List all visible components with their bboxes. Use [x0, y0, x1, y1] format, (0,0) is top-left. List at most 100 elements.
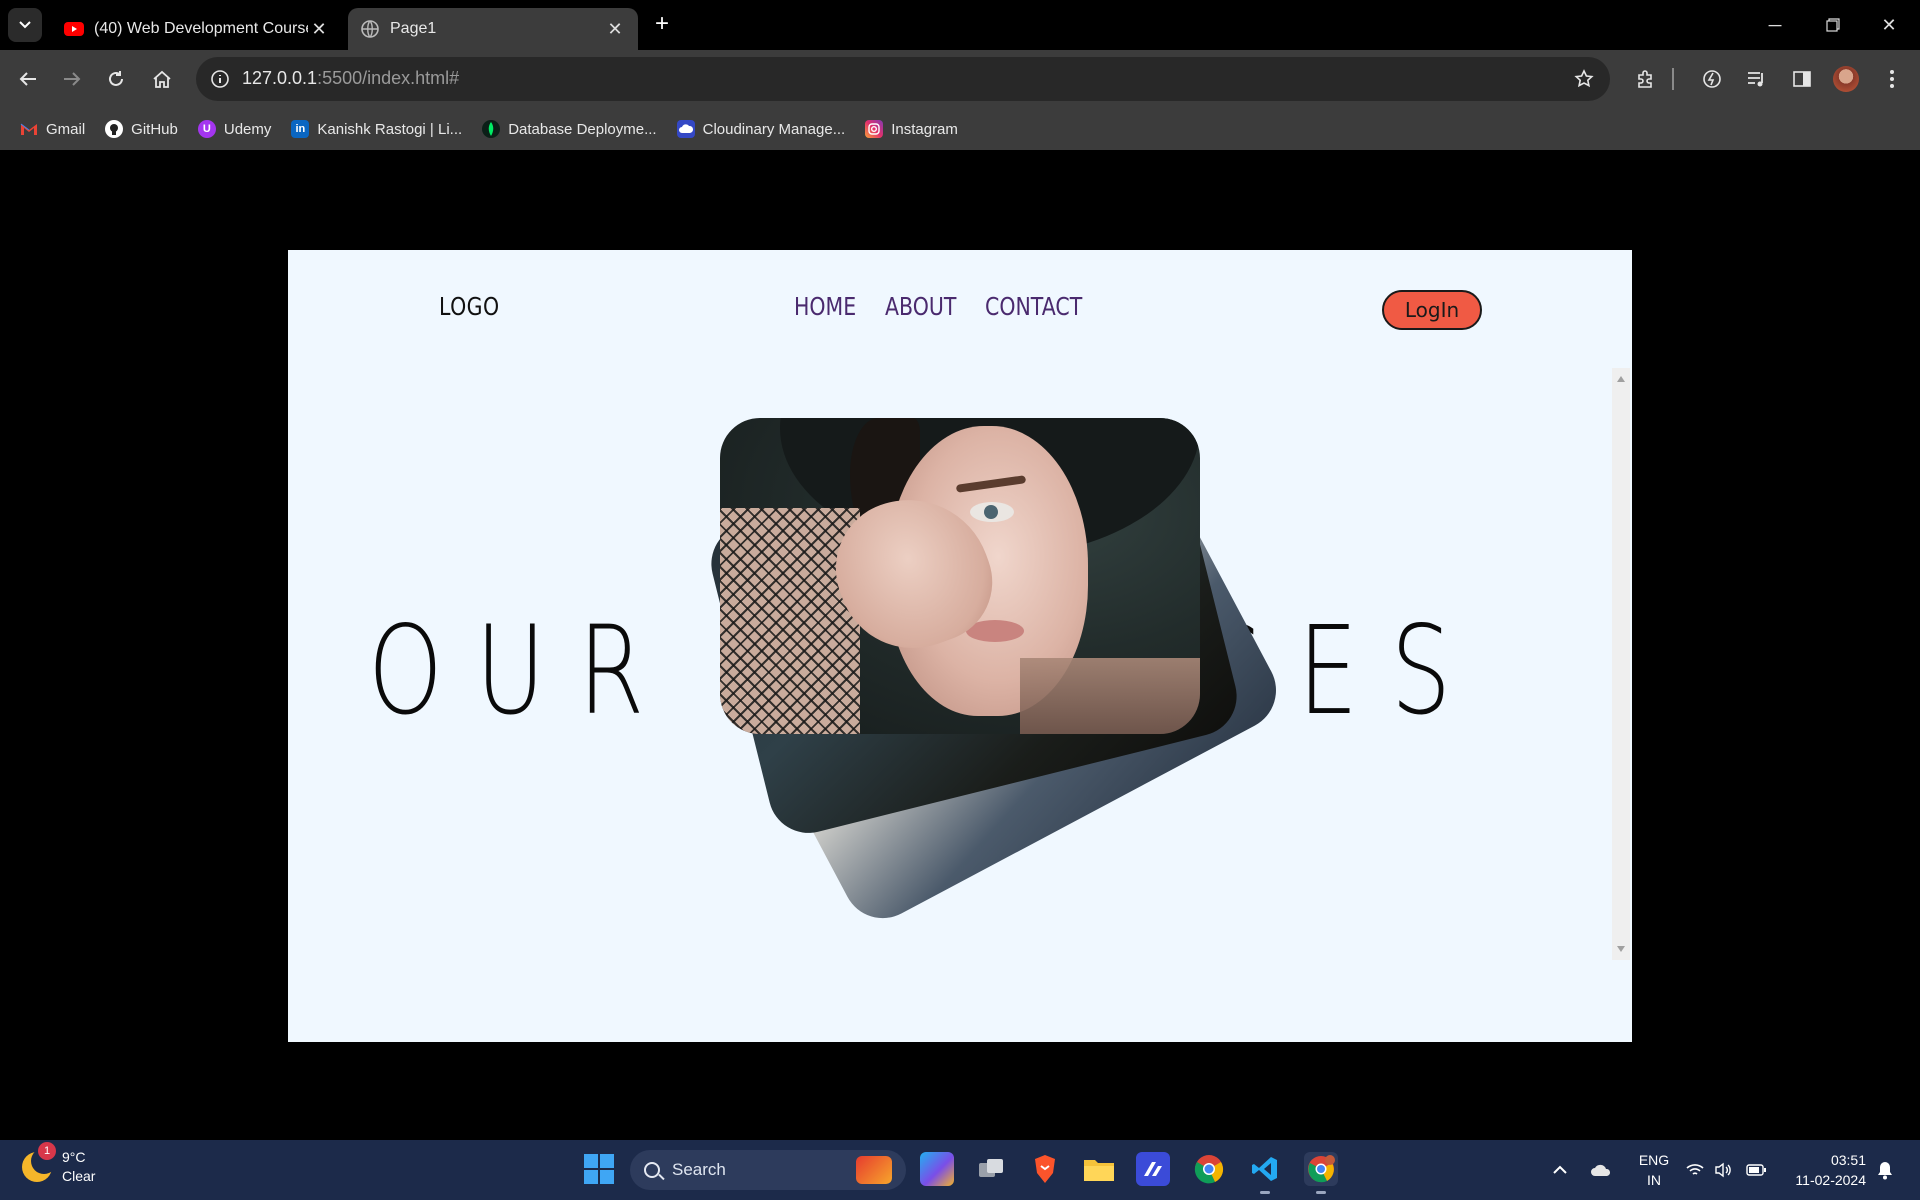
bookmark-gmail[interactable]: Gmail [10, 113, 95, 145]
taskbar-search[interactable]: Search [630, 1150, 906, 1190]
wifi-icon[interactable] [1686, 1140, 1704, 1200]
bookmark-label: Instagram [891, 120, 958, 138]
forward-button[interactable] [56, 63, 88, 95]
language-code: ENG [1638, 1152, 1670, 1168]
language-indicator[interactable]: ENG IN [1634, 1150, 1674, 1190]
volume-icon[interactable] [1714, 1140, 1732, 1200]
mongodb-icon [482, 120, 501, 138]
restore-icon [1826, 18, 1840, 32]
youtube-icon [64, 19, 84, 39]
weather-temp: 9°C [62, 1149, 86, 1165]
battery-icon[interactable] [1746, 1140, 1766, 1200]
photo-neck [1020, 658, 1200, 734]
site-navbar: LOGO HOME ABOUT CONTACT LogIn [288, 250, 1632, 370]
media-button[interactable] [1740, 63, 1772, 95]
system-clock[interactable]: 03:51 11-02-2024 [1770, 1150, 1866, 1190]
new-tab-button[interactable]: + [650, 12, 674, 36]
toolbar-divider [1672, 68, 1674, 90]
bookmark-label: GitHub [131, 120, 178, 138]
instagram-icon [865, 120, 884, 138]
bookmark-udemy[interactable]: U Udemy [188, 113, 282, 145]
nav-link-contact[interactable]: CONTACT [985, 292, 1082, 321]
bookmark-linkedin[interactable]: in Kanishk Rastogi | Li... [281, 113, 472, 145]
nav-link-home[interactable]: HOME [794, 292, 856, 321]
bookmark-label: Database Deployme... [508, 120, 657, 138]
puzzle-icon [1638, 70, 1652, 88]
tab-page1[interactable]: Page1 ✕ [348, 8, 638, 50]
task-view-icon[interactable] [974, 1152, 1008, 1186]
minimize-button[interactable]: ─ [1752, 8, 1798, 42]
github-icon [105, 120, 124, 138]
performance-icon [1703, 70, 1721, 88]
udemy-icon: U [197, 120, 216, 138]
copilot-icon[interactable] [920, 1152, 954, 1186]
close-icon[interactable]: ✕ [308, 18, 330, 40]
clock-date: 11-02-2024 [1795, 1172, 1866, 1188]
reload-icon [109, 71, 123, 86]
weather-widget[interactable]: 1 9°C Clear [22, 1142, 95, 1186]
weather-badge: 1 [38, 1142, 56, 1160]
notification-bell-icon[interactable] [1876, 1140, 1894, 1200]
profile-avatar[interactable] [1830, 63, 1862, 95]
close-window-button[interactable]: ✕ [1866, 8, 1912, 42]
windows-start-icon[interactable] [584, 1154, 614, 1184]
extensions-button[interactable] [1630, 63, 1662, 95]
photo-net-sleeve [720, 508, 860, 734]
arrow-right-icon [64, 72, 81, 86]
ms-app-icon[interactable] [1136, 1152, 1170, 1186]
tab-youtube[interactable]: (40) Web Development Course | ✕ [52, 8, 342, 50]
scroll-down-arrow-icon[interactable] [1617, 946, 1625, 952]
bookmark-label: Kanishk Rastogi | Li... [317, 120, 463, 138]
clock-time: 03:51 [1830, 1152, 1866, 1168]
bookmark-instagram[interactable]: Instagram [855, 113, 968, 145]
performance-button[interactable] [1696, 63, 1728, 95]
restore-button[interactable] [1810, 8, 1856, 42]
chrome-profile-icon[interactable] [1304, 1152, 1338, 1194]
arrow-left-icon [19, 72, 36, 86]
bookmark-cloudinary[interactable]: Cloudinary Manage... [667, 113, 856, 145]
login-button[interactable]: LogIn [1382, 290, 1482, 330]
inner-scrollbar[interactable] [1612, 368, 1630, 960]
browser-toolbar: 127.0.0.1:5500/index.html# [0, 50, 1920, 108]
search-placeholder: Search [672, 1160, 726, 1179]
tab-title: Page1 [390, 20, 437, 37]
bookmark-mongodb[interactable]: Database Deployme... [472, 113, 666, 145]
tab-strip: (40) Web Development Course | ✕ Page1 ✕ … [0, 0, 1920, 50]
home-button[interactable] [146, 63, 178, 95]
site-info-icon[interactable] [206, 65, 234, 93]
nav-link-about[interactable]: ABOUT [885, 292, 956, 321]
side-panel-icon [1793, 71, 1811, 87]
site-logo[interactable]: LOGO [439, 292, 499, 321]
tray-overflow-icon[interactable] [1552, 1140, 1568, 1200]
back-button[interactable] [12, 63, 44, 95]
region-code: IN [1647, 1172, 1661, 1188]
tab-title: (40) Web Development Course | [94, 20, 308, 37]
brave-icon[interactable] [1028, 1152, 1062, 1186]
photo-eye [970, 502, 1014, 522]
onedrive-icon[interactable] [1590, 1140, 1612, 1200]
chrome-icon[interactable] [1192, 1152, 1226, 1186]
taskbar: 1 9°C Clear Search ENG IN 03:51 11-02-20… [0, 1140, 1920, 1200]
bookmark-github[interactable]: GitHub [95, 113, 188, 145]
linkedin-icon: in [291, 120, 310, 138]
search-highlight-icon [856, 1156, 892, 1184]
page-container: LOGO HOME ABOUT CONTACT LogIn OUR A AGES [288, 250, 1632, 1042]
bookmark-label: Udemy [223, 120, 272, 138]
url-text[interactable]: 127.0.0.1:5500/index.html# [242, 68, 459, 89]
reload-button[interactable] [100, 63, 132, 95]
image-card-front[interactable] [720, 418, 1200, 734]
scroll-up-arrow-icon[interactable] [1617, 376, 1625, 382]
side-panel-button[interactable] [1786, 63, 1818, 95]
file-explorer-icon[interactable] [1082, 1152, 1116, 1186]
more-vert-icon [1890, 70, 1894, 88]
bookmark-label: Gmail [46, 120, 86, 138]
close-icon[interactable]: ✕ [604, 18, 626, 40]
bookmark-label: Cloudinary Manage... [702, 120, 846, 138]
bookmark-star-icon[interactable] [1572, 67, 1596, 91]
vscode-icon[interactable] [1248, 1152, 1282, 1194]
address-bar[interactable]: 127.0.0.1:5500/index.html# [196, 57, 1610, 101]
cloudinary-icon [676, 120, 695, 138]
tab-search-button[interactable] [8, 8, 42, 42]
menu-button[interactable] [1876, 63, 1908, 95]
globe-icon [360, 19, 380, 39]
